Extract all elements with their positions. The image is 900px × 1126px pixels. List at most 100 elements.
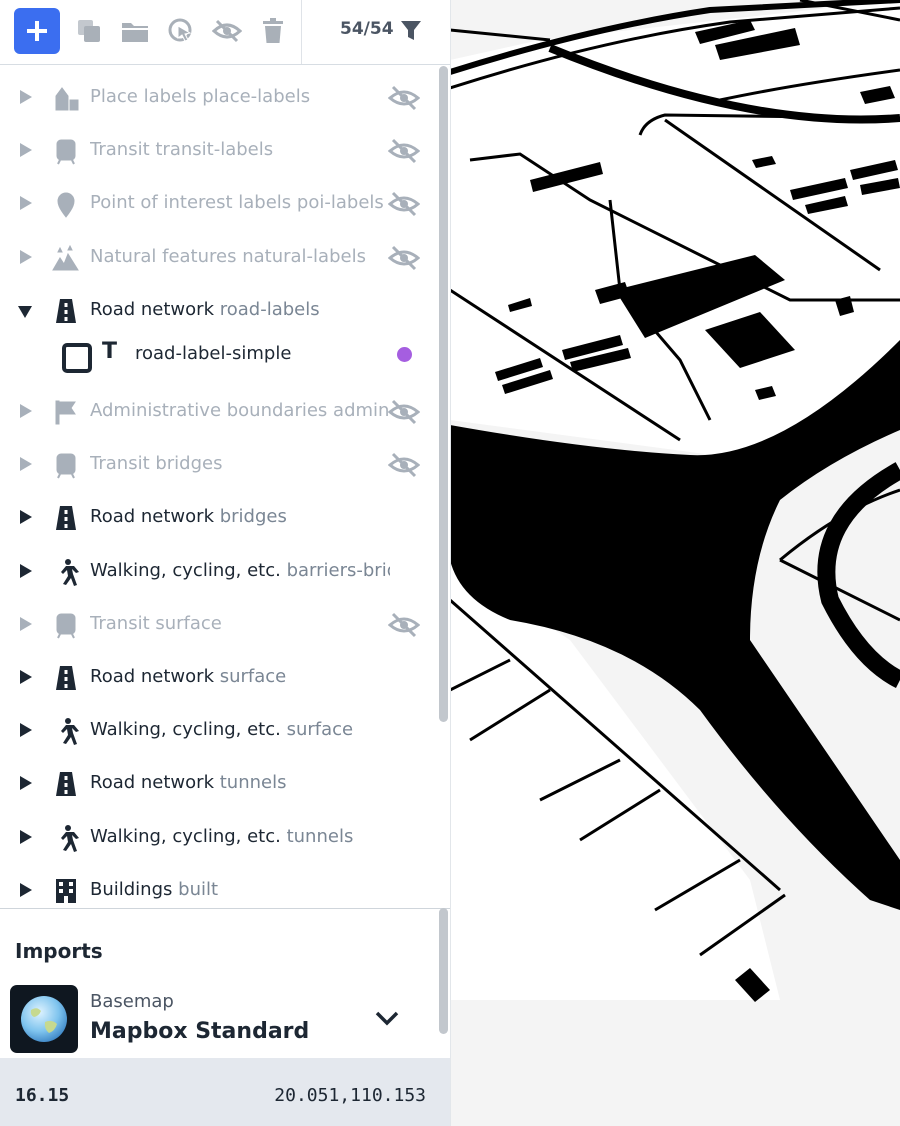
layer-group-label: Walking, cycling, etc. tunnels <box>90 826 353 847</box>
layer-group-name: Walking, cycling, etc. <box>90 559 281 581</box>
caret-right-icon[interactable] <box>20 616 32 631</box>
layer-slot-name: tunnels <box>286 825 354 847</box>
walker-icon <box>52 558 80 586</box>
filter-icon <box>401 21 421 40</box>
road-icon <box>52 770 80 798</box>
layer-group-label: Buildings built <box>90 879 218 900</box>
layer-group-name: Transit <box>90 453 150 475</box>
folder-button[interactable] <box>112 8 158 54</box>
imports-section: Imports Basemap Mapbox Standard <box>0 908 450 1059</box>
layer-group-row[interactable]: Administrative boundaries admin <box>0 384 436 437</box>
caret-right-icon[interactable] <box>20 510 32 525</box>
duplicate-button[interactable] <box>66 8 112 54</box>
filter-button[interactable] <box>400 18 422 48</box>
layer-group-row[interactable]: Transit bridges <box>0 437 436 490</box>
layer-slot-name: barriers-bridges <box>286 559 390 581</box>
select-features-button[interactable] <box>158 8 204 54</box>
eye-off-icon[interactable] <box>387 398 421 426</box>
layer-group-row[interactable]: Transit transit-labels <box>0 123 436 176</box>
layer-group-row[interactable]: Walking, cycling, etc. barriers-bridges <box>0 544 436 597</box>
add-layer-button[interactable] <box>14 8 60 54</box>
caret-right-icon[interactable] <box>20 776 32 791</box>
layer-group-label: Road network bridges <box>90 506 287 527</box>
building-icon <box>52 877 80 905</box>
square-outline-icon <box>62 343 92 373</box>
train-icon <box>52 137 80 165</box>
chevron-down-icon <box>375 1011 399 1026</box>
layer-group-label: Transit bridges <box>90 453 223 474</box>
caret-right-icon[interactable] <box>20 143 32 158</box>
delete-layer-button[interactable] <box>250 8 296 54</box>
layer-list-scrollbar[interactable] <box>439 66 448 722</box>
caret-right-icon[interactable] <box>20 404 32 418</box>
layer-group-row[interactable]: Walking, cycling, etc. surface <box>0 703 436 756</box>
layer-group-name: Administrative boundaries <box>90 400 328 421</box>
caret-right-icon[interactable] <box>20 563 32 578</box>
eye-off-icon[interactable] <box>387 137 421 165</box>
caret-right-icon[interactable] <box>20 829 32 844</box>
train-icon <box>52 451 80 479</box>
caret-right-icon[interactable] <box>20 723 32 738</box>
sublayer-name: road-label-simple <box>135 343 292 364</box>
trash-icon <box>263 18 283 43</box>
layer-group-name: Road network <box>90 506 214 528</box>
road-icon <box>52 664 80 692</box>
layer-group-row[interactable]: Road network road-labels <box>0 283 436 336</box>
sublayer-row[interactable]: Troad-label-simple <box>0 331 436 379</box>
layer-group-row[interactable]: Transit surface <box>0 597 436 650</box>
caret-right-icon[interactable] <box>20 457 32 472</box>
layer-slot-name: tunnels <box>219 772 287 794</box>
layer-group-name: Road network <box>90 298 214 320</box>
caret-right-icon[interactable] <box>20 196 32 211</box>
hide-icon <box>212 19 242 43</box>
mountain-icon <box>52 244 80 272</box>
basemap-thumbnail[interactable] <box>10 985 78 1053</box>
hide-layer-button[interactable] <box>204 8 250 54</box>
layer-group-label: Walking, cycling, etc. barriers-bridges <box>90 560 390 581</box>
layer-group-row[interactable]: Road network bridges <box>0 490 436 543</box>
layer-group-row[interactable]: Road network tunnels <box>0 756 436 809</box>
map-canvas[interactable] <box>450 0 900 1126</box>
caret-down-icon[interactable] <box>18 305 32 318</box>
folder-icon <box>122 23 148 42</box>
layer-toolbar: 54/54 <box>0 0 450 65</box>
basemap-label: Basemap <box>90 991 174 1012</box>
layer-slot-name: poi-labels <box>296 192 384 214</box>
caret-right-icon[interactable] <box>20 90 32 104</box>
layer-slot-name: bridges <box>155 453 223 475</box>
layer-slot-name: road-labels <box>219 298 320 320</box>
imports-title: Imports <box>15 939 103 963</box>
layer-group-row[interactable]: Point of interest labels poi-labels <box>0 176 436 229</box>
duplicate-icon <box>78 20 100 42</box>
layer-group-name: Transit <box>90 139 150 161</box>
eye-off-icon[interactable] <box>387 190 421 218</box>
layer-group-row[interactable]: Road network surface <box>0 650 436 703</box>
caret-right-icon[interactable] <box>20 249 32 264</box>
layer-group-row[interactable]: Place labels place-labels <box>0 70 436 123</box>
basemap-expand-button[interactable] <box>374 1009 400 1031</box>
eye-off-icon[interactable] <box>387 611 421 639</box>
zoom-level: 16.15 <box>15 1085 70 1106</box>
imports-scrollbar[interactable] <box>439 908 448 1034</box>
road-icon <box>52 297 80 325</box>
eye-off-icon[interactable] <box>387 451 421 479</box>
layers-panel: 54/54 Place labels place-labels Transit t… <box>0 0 451 1126</box>
layer-group-name: Road network <box>90 666 214 687</box>
status-dot <box>397 347 412 362</box>
layer-group-row[interactable]: Natural features natural-labels <box>0 230 436 283</box>
layer-group-name: Buildings <box>90 878 173 900</box>
layer-group-label: Administrative boundaries admin <box>90 400 389 421</box>
layer-slot-name: surface <box>155 612 222 634</box>
eye-off-icon[interactable] <box>387 84 421 112</box>
plus-icon <box>27 21 47 41</box>
layer-group-row[interactable]: Walking, cycling, etc. tunnels <box>0 810 436 863</box>
caret-right-icon[interactable] <box>20 670 32 684</box>
layer-group-name: Walking, cycling, etc. <box>90 719 281 741</box>
layer-group-label: Transit transit-labels <box>90 139 273 160</box>
layer-slot-name: bridges <box>219 506 287 528</box>
eye-off-icon[interactable] <box>387 244 421 272</box>
layer-group-row[interactable]: Buildings built <box>0 863 436 908</box>
layer-group-name: Transit <box>90 612 150 634</box>
layer-slot-name: place-labels <box>202 86 311 107</box>
caret-right-icon[interactable] <box>20 882 32 897</box>
